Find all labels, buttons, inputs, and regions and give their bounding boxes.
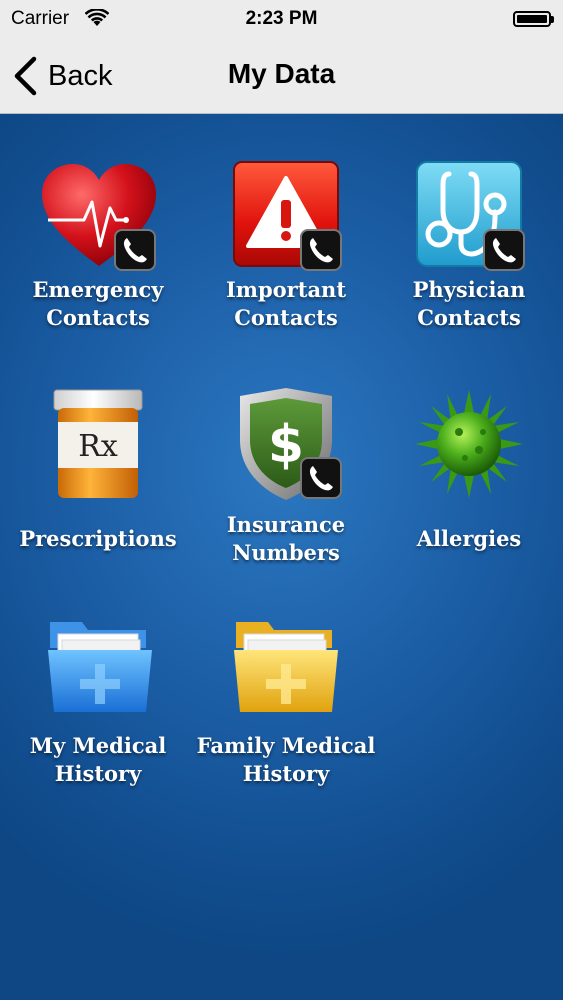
- tile-label-line: History: [54, 761, 142, 786]
- dollar-label: $: [268, 415, 304, 475]
- tile-label-line: Family Medical: [196, 733, 376, 758]
- tile-label: My Medical History: [4, 732, 192, 788]
- phone-icon: [114, 229, 156, 271]
- tile-label-line: Contacts: [417, 305, 521, 330]
- allergen-icon: [415, 390, 523, 498]
- tile-label-line: Contacts: [46, 305, 150, 330]
- nav-bar: Back My Data: [0, 40, 563, 113]
- tile-emergency-contacts[interactable]: Emergency Contacts: [4, 154, 192, 364]
- tile-label-line: Important: [225, 277, 347, 302]
- battery-icon: [513, 11, 554, 27]
- tile-label-line: Emergency: [32, 277, 164, 302]
- tile-label-line: My Medical: [29, 733, 167, 758]
- blue-folder-icon: [48, 622, 152, 712]
- tile-label: Emergency Contacts: [4, 276, 192, 332]
- tile-label-line: History: [242, 761, 330, 786]
- tile-my-medical-history[interactable]: My Medical History: [4, 610, 192, 820]
- tile-prescriptions[interactable]: Rx Prescriptions: [4, 382, 192, 582]
- status-bar: Carrier 2:23 PM: [0, 0, 563, 40]
- tile-label-line: Contacts: [234, 305, 338, 330]
- tile-insurance-numbers[interactable]: $ Insurance Numbers: [192, 382, 380, 582]
- tile-label-line: Physician: [412, 277, 526, 302]
- tile-physician-contacts[interactable]: Physician Contacts: [375, 154, 563, 364]
- phone-icon: [300, 229, 342, 271]
- pill-bottle-icon: Rx: [53, 389, 143, 498]
- tile-family-medical-history[interactable]: Family Medical History: [192, 610, 380, 820]
- tile-allergies[interactable]: Allergies: [375, 382, 563, 582]
- tile-label: Insurance Numbers: [192, 511, 380, 567]
- page-title: My Data: [227, 58, 336, 89]
- status-time: 2:23 PM: [245, 8, 318, 29]
- tile-label-line: Numbers: [232, 540, 340, 565]
- tile-label: Allergies: [375, 525, 563, 553]
- tile-label-line: Insurance: [226, 512, 346, 537]
- tile-label-line: Prescriptions: [19, 526, 177, 551]
- top-bar: Carrier 2:23 PM Back My Data: [0, 0, 563, 114]
- tile-label: Prescriptions: [4, 525, 192, 553]
- tile-label: Family Medical History: [192, 732, 380, 788]
- phone-icon: [483, 229, 525, 271]
- tile-important-contacts[interactable]: Important Contacts: [192, 154, 380, 364]
- phone-icon: [300, 457, 342, 499]
- yellow-folder-icon: [234, 622, 338, 712]
- tile-label: Physician Contacts: [375, 276, 563, 332]
- tile-label-line: Allergies: [416, 526, 522, 551]
- rx-label: Rx: [78, 429, 118, 464]
- data-grid: Emergency Contacts Important Contacts Ph…: [0, 114, 563, 1000]
- tile-label: Important Contacts: [192, 276, 380, 332]
